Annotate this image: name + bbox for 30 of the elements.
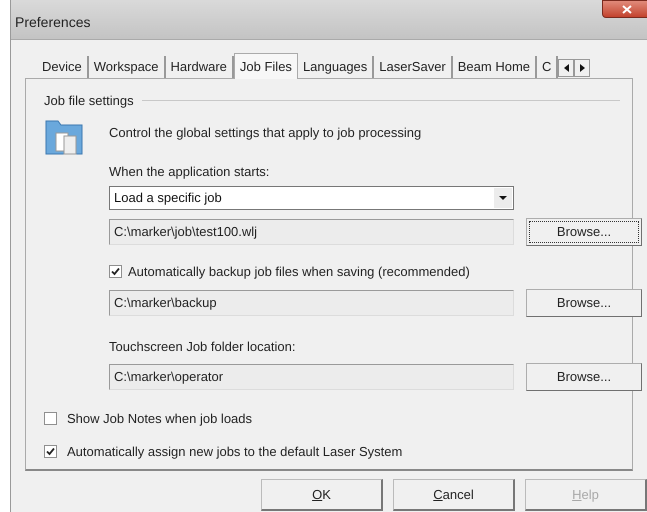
backup-label: Automatically backup job files when saving (recommended) [128,262,470,281]
check-icon [111,266,120,276]
close-button[interactable] [602,0,647,18]
backup-path-field[interactable]: C:\marker\backup [109,290,514,316]
dialog-button[interactable]: Cancel [393,479,515,511]
check-icon [46,447,55,456]
scroll-right-button[interactable] [574,59,590,77]
group-title: Job file settings [44,92,134,110]
touchscreen-label: Touchscreen Job folder location: [109,338,296,356]
right-arrow-icon [580,64,585,72]
browse-button[interactable]: Browse... [526,362,642,390]
startup-dropdown[interactable]: Load a specific job [109,186,514,210]
description: Control the global settings that apply to job processing [109,124,422,142]
checkbox[interactable] [44,445,57,458]
left-arrow-icon [564,64,569,72]
operator-path-field[interactable]: C:\marker\operator [109,364,514,390]
startup-label: When the application starts: [109,163,270,181]
checkbox[interactable] [44,412,57,425]
dropdown-value: Load a specific job [113,188,223,207]
option-label: Show Job Notes when job loads [67,410,252,428]
tab[interactable]: Job Files [234,53,298,79]
scroll-left-button[interactable] [558,59,574,77]
option-label: Automatically assign new jobs to the default Laser System [67,443,402,461]
job-path-field[interactable]: C:\marker\job\test100.wlj [109,218,514,244]
dialog-button[interactable]: OK [261,479,383,511]
window-title: Preferences [14,13,90,32]
close-icon [622,4,632,14]
checkbox[interactable] [109,264,122,278]
browse-button[interactable]: Browse... [526,218,642,246]
browse-button[interactable]: Browse... [526,289,642,317]
